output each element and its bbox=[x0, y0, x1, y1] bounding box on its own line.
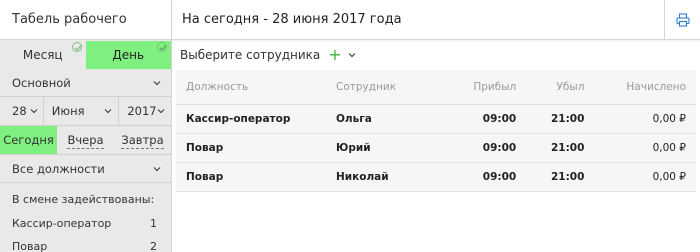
summary-item-label: Повар bbox=[12, 240, 48, 252]
chevron-down-icon bbox=[157, 109, 165, 114]
cell-position: Кассир-оператор bbox=[176, 104, 326, 134]
view-mode-switch: Месяц День bbox=[0, 41, 171, 69]
tomorrow-label: Завтра bbox=[121, 133, 164, 149]
table-header-row: Должность Сотрудник Прибыл Убыл Начислен… bbox=[176, 70, 696, 105]
main-panel: На сегодня - 28 июня 2017 года Выберите … bbox=[172, 0, 700, 252]
tomorrow-button[interactable]: Завтра bbox=[114, 126, 171, 154]
chevron-down-icon bbox=[153, 166, 161, 171]
summary-item-count: 2 bbox=[150, 240, 157, 252]
page-title: На сегодня - 28 июня 2017 года bbox=[182, 12, 402, 27]
table-row[interactable]: Повар Юрий 09:00 21:00 0,00 ₽ bbox=[176, 133, 696, 163]
position-filter-value: Все должности bbox=[12, 161, 105, 176]
quick-day-switch: Сегодня Вчера Завтра bbox=[0, 126, 171, 155]
sidebar: Табель рабочего времени Месяц День Основ… bbox=[0, 0, 172, 252]
day-mode-label: День bbox=[112, 48, 145, 62]
date-selectors: 28 Июня 2017 bbox=[0, 97, 171, 126]
chevron-down-icon[interactable] bbox=[348, 51, 356, 59]
cell-arrived: 09:00 bbox=[446, 162, 527, 192]
column-header-arrived: Прибыл bbox=[446, 70, 527, 105]
cell-left: 21:00 bbox=[526, 133, 595, 163]
cell-position: Повар bbox=[176, 162, 326, 192]
chevron-down-icon bbox=[30, 109, 38, 114]
summary-item-count: 1 bbox=[150, 217, 157, 230]
yesterday-label: Вчера bbox=[67, 133, 104, 149]
month-mode-label: Месяц bbox=[22, 48, 63, 62]
cell-accrued: 0,00 ₽ bbox=[594, 133, 696, 163]
year-select-value: 2017 bbox=[127, 104, 157, 118]
summary-item: Кассир-оператор 1 bbox=[0, 212, 171, 235]
cell-left: 21:00 bbox=[526, 104, 595, 134]
top-bar: На сегодня - 28 июня 2017 года bbox=[172, 0, 700, 40]
employee-picker-label: Выберите сотрудника bbox=[180, 48, 321, 62]
cell-employee: Николай bbox=[326, 162, 446, 192]
employee-picker[interactable]: Выберите сотрудника + bbox=[172, 40, 700, 70]
cell-arrived: 09:00 bbox=[446, 133, 527, 163]
position-filter-select[interactable]: Все должности bbox=[0, 155, 171, 183]
month-select[interactable]: Июня bbox=[44, 97, 120, 125]
app-title: Табель рабочего времени bbox=[0, 0, 171, 67]
yesterday-button[interactable]: Вчера bbox=[57, 126, 114, 154]
day-select[interactable]: 28 bbox=[0, 97, 44, 125]
cell-left: 21:00 bbox=[526, 162, 595, 192]
shift-table: Должность Сотрудник Прибыл Убыл Начислен… bbox=[176, 70, 696, 192]
chevron-down-icon bbox=[104, 109, 112, 114]
table-row[interactable]: Кассир-оператор Ольга 09:00 21:00 0,00 ₽ bbox=[176, 104, 696, 134]
chevron-down-icon bbox=[153, 80, 161, 85]
print-button[interactable] bbox=[664, 0, 700, 40]
cell-employee: Ольга bbox=[326, 104, 446, 134]
column-header-employee: Сотрудник bbox=[326, 70, 446, 105]
summary-item: Повар 2 bbox=[0, 235, 171, 252]
month-select-value: Июня bbox=[51, 104, 85, 118]
plus-icon[interactable]: + bbox=[328, 47, 341, 63]
cell-accrued: 0,00 ₽ bbox=[594, 104, 696, 134]
column-header-position: Должность bbox=[176, 70, 326, 105]
shift-summary-title: В смене задействованы: bbox=[12, 193, 155, 206]
cell-arrived: 09:00 bbox=[446, 104, 527, 134]
check-icon bbox=[157, 42, 167, 52]
cell-accrued: 0,00 ₽ bbox=[594, 162, 696, 192]
today-label: Сегодня bbox=[3, 133, 54, 147]
schedule-select-value: Основной bbox=[12, 75, 71, 90]
cell-position: Повар bbox=[176, 133, 326, 163]
printer-icon bbox=[675, 12, 690, 27]
table-row[interactable]: Повар Николай 09:00 21:00 0,00 ₽ bbox=[176, 162, 696, 192]
year-select[interactable]: 2017 bbox=[119, 97, 171, 125]
cell-employee: Юрий bbox=[326, 133, 446, 163]
summary-item-label: Кассир-оператор bbox=[12, 217, 112, 230]
column-header-accrued: Начислено bbox=[594, 70, 696, 105]
day-mode-button[interactable]: День bbox=[85, 41, 171, 69]
today-button[interactable]: Сегодня bbox=[0, 126, 57, 154]
month-mode-button[interactable]: Месяц bbox=[0, 41, 86, 69]
check-icon bbox=[71, 42, 82, 52]
day-select-value: 28 bbox=[12, 104, 27, 118]
column-header-left: Убыл bbox=[526, 70, 595, 105]
